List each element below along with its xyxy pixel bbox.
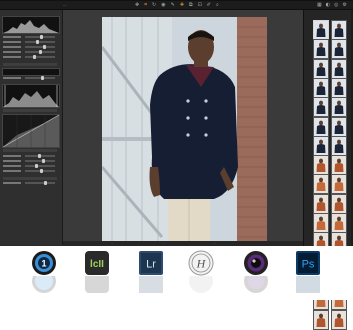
svg-text:1: 1 xyxy=(41,259,46,269)
thumbnail[interactable] xyxy=(313,58,329,79)
thumbnail[interactable] xyxy=(331,77,347,98)
camera-lens-icon[interactable] xyxy=(243,250,269,276)
rotate-icon[interactable]: ↻ xyxy=(152,2,156,8)
thumbnail[interactable] xyxy=(331,174,347,195)
editor-window: ... ✥ ⌗ ↻ ◉ ✎ ✚ ⧉ ⊡ ✐ ⌕ ▦ ◐ ◎ ⚙ ... ... … xyxy=(0,0,353,330)
svg-text:H: H xyxy=(196,257,207,271)
thumbnail[interactable] xyxy=(313,155,329,176)
photoshop-icon[interactable]: Ps xyxy=(295,250,321,276)
proof-icon[interactable]: ◎ xyxy=(334,2,338,8)
brush-icon[interactable]: ✎ xyxy=(171,2,175,8)
picker-icon[interactable]: ◉ xyxy=(161,2,165,8)
capture-one-icon[interactable]: 1 xyxy=(31,250,57,276)
dock-reflection xyxy=(188,276,214,294)
window-controls: ▦ ◐ ◎ ⚙ xyxy=(317,2,347,8)
tool-panel xyxy=(0,10,63,245)
status-mid: ... xyxy=(163,241,166,245)
thumbnail[interactable] xyxy=(331,58,347,79)
thumbnail[interactable] xyxy=(313,135,329,156)
level-bar xyxy=(2,68,60,76)
thumbnail[interactable] xyxy=(313,20,329,40)
dock-reflection xyxy=(243,276,269,294)
window-title: ... xyxy=(63,2,67,7)
zoom-icon[interactable]: ⌕ xyxy=(216,2,219,8)
section-header[interactable] xyxy=(3,63,57,66)
status-right: ... xyxy=(213,241,216,245)
thumbnail[interactable] xyxy=(313,309,329,330)
main-photo[interactable] xyxy=(102,17,267,243)
thumbnail[interactable] xyxy=(331,213,347,233)
thumbnail[interactable] xyxy=(313,77,329,98)
lightzone-icon[interactable]: lcII xyxy=(84,250,110,276)
dock-reflection xyxy=(31,276,57,294)
dock-reflection xyxy=(295,276,321,294)
levels-histogram xyxy=(2,84,60,108)
thumbnail[interactable] xyxy=(331,135,347,156)
thumbnail[interactable] xyxy=(331,309,347,330)
pan-icon[interactable]: ✥ xyxy=(135,2,139,8)
app-dock: 1 lcII Lr H Ps xyxy=(0,246,353,300)
grid-icon[interactable]: ▦ xyxy=(317,2,322,8)
svg-text:lcII: lcII xyxy=(90,259,104,270)
dock-reflection xyxy=(138,276,164,294)
thumbnail[interactable] xyxy=(331,116,347,137)
thumbnail[interactable] xyxy=(313,174,329,195)
section-header[interactable] xyxy=(3,149,57,152)
thumbnail[interactable] xyxy=(313,116,329,137)
thumbnail[interactable] xyxy=(313,97,329,118)
crop-icon[interactable]: ⌗ xyxy=(144,2,147,8)
thumbnail[interactable] xyxy=(331,39,347,60)
curve-editor[interactable] xyxy=(2,114,60,148)
exposure-warning-icon[interactable]: ◐ xyxy=(326,2,330,8)
settings-icon[interactable]: ⚙ xyxy=(343,2,347,8)
svg-text:Lr: Lr xyxy=(146,259,156,271)
thumbnail[interactable] xyxy=(313,193,329,214)
status-left: ... xyxy=(111,241,114,245)
clone-icon[interactable]: ⧉ xyxy=(189,2,193,8)
section-header[interactable] xyxy=(3,109,57,112)
histogram xyxy=(2,16,60,34)
image-viewer[interactable] xyxy=(63,10,303,245)
top-toolbar: ... ✥ ⌗ ↻ ◉ ✎ ✚ ⧉ ⊡ ✐ ⌕ ▦ ◐ ◎ ⚙ xyxy=(0,1,353,10)
thumbnail[interactable] xyxy=(313,213,329,233)
thumbnail[interactable] xyxy=(331,97,347,118)
heal-icon[interactable]: ✚ xyxy=(180,2,184,8)
dock-reflection xyxy=(84,276,110,294)
thumbnail[interactable] xyxy=(331,20,347,40)
thumbnail-browser xyxy=(303,10,353,330)
hdr-icon[interactable]: H xyxy=(188,250,214,276)
lightroom-icon[interactable]: Lr xyxy=(138,250,164,276)
tool-bar: ✥ ⌗ ↻ ◉ ✎ ✚ ⧉ ⊡ ✐ ⌕ xyxy=(135,2,219,8)
keystone-icon[interactable]: ⊡ xyxy=(198,2,202,8)
section-header[interactable] xyxy=(3,177,57,180)
thumbnail[interactable] xyxy=(331,193,347,214)
annotate-icon[interactable]: ✐ xyxy=(207,2,211,8)
svg-text:Ps: Ps xyxy=(302,259,315,271)
thumbnail[interactable] xyxy=(313,39,329,60)
thumbnail[interactable] xyxy=(331,155,347,176)
